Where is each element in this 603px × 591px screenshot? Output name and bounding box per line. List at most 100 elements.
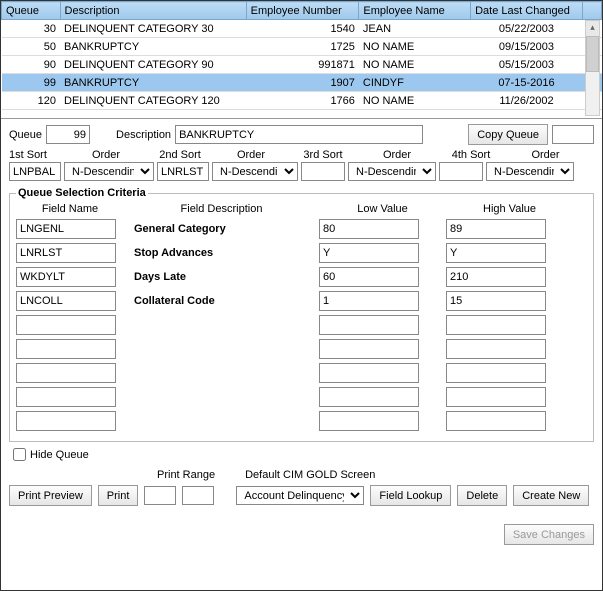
print-range-from[interactable]	[144, 486, 176, 505]
order1-label: Order	[57, 149, 155, 161]
print-preview-button[interactable]: Print Preview	[9, 485, 92, 506]
hide-queue-checkbox[interactable]	[13, 448, 26, 461]
criteria-high-value[interactable]	[446, 339, 546, 359]
table-row[interactable]: 99BANKRUPTCY1907CINDYF07-15-2016	[2, 74, 602, 92]
cell-queue: 120	[2, 92, 61, 110]
cell-emp: 1766	[246, 92, 359, 110]
print-range-to[interactable]	[182, 486, 214, 505]
criteria-field-name[interactable]	[16, 315, 116, 335]
criteria-high-value[interactable]	[446, 363, 546, 383]
cell-emp: 991871	[246, 56, 359, 74]
criteria-hdr-desc: Field Description	[124, 203, 319, 215]
criteria-field-name[interactable]	[16, 339, 116, 359]
copy-queue-input[interactable]	[552, 125, 594, 144]
cell-queue: 99	[2, 74, 61, 92]
cell-queue: 90	[2, 56, 61, 74]
criteria-low-value[interactable]	[319, 315, 419, 335]
criteria-low-value[interactable]	[319, 219, 419, 239]
criteria-low-value[interactable]	[319, 291, 419, 311]
delete-button[interactable]: Delete	[457, 485, 507, 506]
create-new-button[interactable]: Create New	[513, 485, 589, 506]
sort4-label: 4th Sort	[445, 149, 497, 161]
scroll-up-icon[interactable]: ▴	[586, 21, 599, 36]
criteria-low-value[interactable]	[319, 411, 419, 431]
sort4-input[interactable]	[439, 162, 483, 181]
cell-name: NO NAME	[359, 56, 471, 74]
cell-desc: BANKRUPTCY	[60, 74, 246, 92]
criteria-field-name[interactable]	[16, 291, 116, 311]
criteria-low-value[interactable]	[319, 363, 419, 383]
table-scrollbar[interactable]: ▴	[585, 20, 600, 116]
criteria-fieldset: Queue Selection Criteria Field Name Fiel…	[9, 187, 594, 442]
description-label: Description	[116, 129, 171, 141]
criteria-high-value[interactable]	[446, 267, 546, 287]
scroll-thumb[interactable]	[586, 36, 599, 72]
col-queue[interactable]: Queue	[2, 2, 61, 20]
criteria-row	[16, 411, 587, 431]
criteria-field-name[interactable]	[16, 411, 116, 431]
criteria-high-value[interactable]	[446, 315, 546, 335]
cell-queue: 30	[2, 20, 61, 38]
criteria-field-name[interactable]	[16, 387, 116, 407]
order1-select[interactable]: N-Descending	[64, 162, 154, 181]
default-screen-select[interactable]: Account Delinquency	[236, 486, 364, 505]
col-employee-number[interactable]: Employee Number	[246, 2, 359, 20]
criteria-hdr-field: Field Name	[16, 203, 124, 215]
criteria-row	[16, 315, 587, 335]
criteria-high-value[interactable]	[446, 291, 546, 311]
sort2-label: 2nd Sort	[155, 149, 205, 161]
criteria-field-name[interactable]	[16, 243, 116, 263]
description-input[interactable]	[175, 125, 423, 144]
order2-select[interactable]: N-Descending	[212, 162, 298, 181]
order2-label: Order	[205, 149, 297, 161]
order4-select[interactable]: N-Descending	[486, 162, 574, 181]
order3-label: Order	[349, 149, 445, 161]
sort3-input[interactable]	[301, 162, 345, 181]
cell-desc: DELINQUENT CATEGORY 30	[60, 20, 246, 38]
criteria-low-value[interactable]	[319, 267, 419, 287]
cell-desc: DELINQUENT CATEGORY 90	[60, 56, 246, 74]
field-lookup-button[interactable]: Field Lookup	[370, 485, 451, 506]
order4-label: Order	[497, 149, 594, 161]
criteria-high-value[interactable]	[446, 387, 546, 407]
criteria-low-value[interactable]	[319, 339, 419, 359]
col-description[interactable]: Description	[60, 2, 246, 20]
criteria-hdr-low: Low Value	[319, 203, 446, 215]
criteria-low-value[interactable]	[319, 243, 419, 263]
copy-queue-button[interactable]: Copy Queue	[468, 124, 548, 145]
sort2-input[interactable]	[157, 162, 209, 181]
criteria-high-value[interactable]	[446, 411, 546, 431]
print-button[interactable]: Print	[98, 485, 139, 506]
queue-input[interactable]	[46, 125, 90, 144]
criteria-field-desc: Days Late	[124, 271, 319, 283]
criteria-field-name[interactable]	[16, 219, 116, 239]
cell-date: 09/15/2003	[471, 38, 583, 56]
criteria-legend: Queue Selection Criteria	[16, 187, 148, 199]
sort1-input[interactable]	[9, 162, 61, 181]
cell-name: NO NAME	[359, 38, 471, 56]
cell-desc: DELINQUENT CATEGORY 120	[60, 92, 246, 110]
cell-date: 07-15-2016	[471, 74, 583, 92]
table-row[interactable]: 30DELINQUENT CATEGORY 301540JEAN05/22/20…	[2, 20, 602, 38]
table-row[interactable]: 50BANKRUPTCY1725NO NAME09/15/2003	[2, 38, 602, 56]
table-row[interactable]: 90DELINQUENT CATEGORY 90991871NO NAME05/…	[2, 56, 602, 74]
criteria-high-value[interactable]	[446, 219, 546, 239]
criteria-field-name[interactable]	[16, 267, 116, 287]
criteria-row: Days Late	[16, 267, 587, 287]
criteria-low-value[interactable]	[319, 387, 419, 407]
criteria-row: Stop Advances	[16, 243, 587, 263]
criteria-field-name[interactable]	[16, 363, 116, 383]
table-header-row: Queue Description Employee Number Employ…	[2, 2, 602, 20]
col-employee-name[interactable]: Employee Name	[359, 2, 471, 20]
cell-name: JEAN	[359, 20, 471, 38]
criteria-row: General Category	[16, 219, 587, 239]
queue-label: Queue	[9, 129, 42, 141]
cell-date: 05/15/2003	[471, 56, 583, 74]
col-date-last-changed[interactable]: Date Last Changed	[471, 2, 583, 20]
table-row[interactable]: 120DELINQUENT CATEGORY 1201766NO NAME11/…	[2, 92, 602, 110]
criteria-hdr-high: High Value	[446, 203, 573, 215]
queue-table-container: Queue Description Employee Number Employ…	[1, 1, 602, 119]
save-changes-button[interactable]: Save Changes	[504, 524, 594, 545]
criteria-high-value[interactable]	[446, 243, 546, 263]
order3-select[interactable]: N-Descending	[348, 162, 436, 181]
